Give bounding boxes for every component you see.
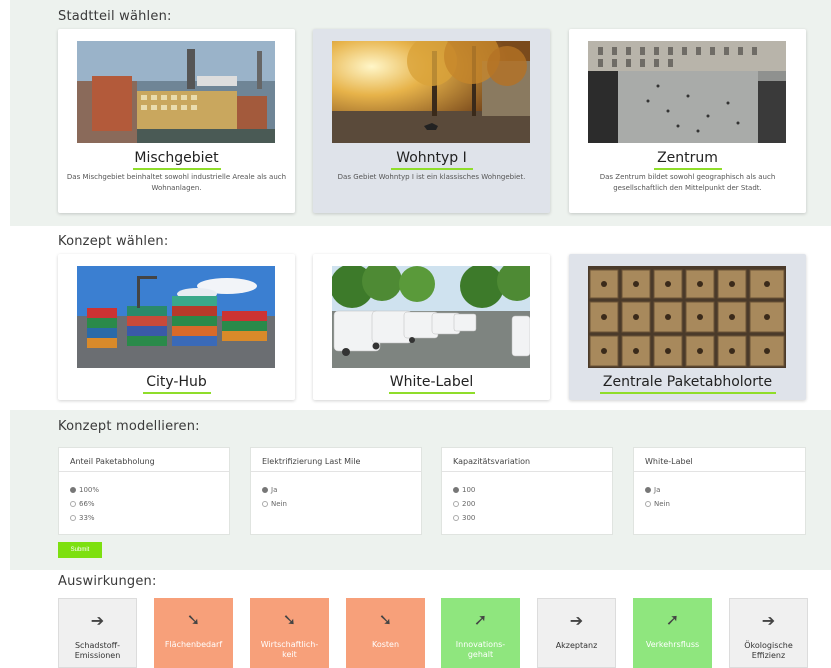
- impact-tile-label: Innovations-gehalt: [455, 640, 506, 659]
- stadtteil-card-desc: Das Mischgebiet beinhaltet sowohl indust…: [66, 173, 287, 192]
- radio-unchecked-icon[interactable]: [453, 515, 459, 521]
- stadtteil-card-desc: Das Zentrum bildet sowohl geographisch a…: [599, 173, 776, 192]
- title-underline: [388, 392, 475, 394]
- radio-checked-icon[interactable]: [453, 487, 459, 493]
- submit-button[interactable]: Submit: [58, 542, 102, 558]
- stadtteil-card-title: Wohntyp I: [396, 150, 467, 166]
- arrow-down-right-icon: ➘: [378, 610, 393, 629]
- modell-group-elektrifizierung: Elektrifizierung Last Mile Ja Nein: [250, 447, 422, 535]
- wohntyp-image: [332, 41, 530, 143]
- radio-unchecked-icon[interactable]: [645, 501, 651, 507]
- radio-option[interactable]: Ja: [262, 483, 421, 497]
- arrow-down-right-icon: ➘: [282, 610, 297, 629]
- radio-option[interactable]: 200: [453, 497, 612, 511]
- stadtteil-card-mischgebiet[interactable]: Mischgebiet Das Mischgebiet beinhaltet s…: [58, 29, 295, 213]
- stadtteil-card-zentrum[interactable]: Zentrum Das Zentrum bildet sowohl geogra…: [569, 29, 806, 213]
- modell-group-label: Kapazitätsvariation: [442, 448, 612, 472]
- modell-group-label: Anteil Paketabholung: [59, 448, 229, 472]
- radio-option[interactable]: 66%: [70, 497, 229, 511]
- radio-option[interactable]: 33%: [70, 511, 229, 525]
- impact-tile: ➔ Schadstoff- Emissionen: [58, 598, 137, 668]
- radio-option[interactable]: 300: [453, 511, 612, 525]
- stadtteil-title: Stadtteil wählen:: [58, 9, 172, 24]
- impact-tile: ➔ Akzeptanz: [537, 598, 616, 668]
- arrow-right-icon: ➔: [761, 611, 776, 630]
- konzept-card-title: City-Hub: [146, 374, 207, 390]
- radio-checked-icon[interactable]: [262, 487, 268, 493]
- impact-tile: ➔ Ökologische Effizienz: [729, 598, 808, 668]
- impact-tile: ➘ Wirtschaftlich-keit: [250, 598, 329, 668]
- modell-group-white-label: White-Label Ja Nein: [633, 447, 806, 535]
- arrow-right-icon: ➔: [90, 611, 105, 630]
- title-underline: [142, 392, 211, 394]
- impact-tile-label: Flächenbedarf: [164, 640, 223, 649]
- title-underline: [599, 392, 776, 394]
- radio-option[interactable]: Nein: [645, 497, 805, 511]
- title-underline: [132, 168, 221, 170]
- arrow-right-icon: ➔: [569, 611, 584, 630]
- radio-option[interactable]: 100: [453, 483, 612, 497]
- stadtteil-card-desc: Das Gebiet Wohntyp I ist ein klassisches…: [337, 173, 526, 181]
- impact-tile-label: Wirtschaftlich-keit: [260, 640, 319, 659]
- modell-group-label: Elektrifizierung Last Mile: [251, 448, 421, 472]
- impact-tile: ➚ Verkehrsfluss: [633, 598, 712, 668]
- impact-tile: ➚ Innovations-gehalt: [441, 598, 520, 668]
- title-underline: [390, 168, 473, 170]
- radio-checked-icon[interactable]: [645, 487, 651, 493]
- impact-tile-label: Kosten: [371, 640, 400, 649]
- impact-tile: ➘ Kosten: [346, 598, 425, 668]
- modell-group-anteil: Anteil Paketabholung 100% 66% 33%: [58, 447, 230, 535]
- zentrum-image: [588, 41, 786, 143]
- mischgebiet-image: [77, 41, 275, 143]
- radio-unchecked-icon[interactable]: [70, 515, 76, 521]
- radio-unchecked-icon[interactable]: [262, 501, 268, 507]
- modell-group-kapazitaet: Kapazitätsvariation 100 200 300: [441, 447, 613, 535]
- title-underline: [653, 168, 722, 170]
- auswirkungen-title: Auswirkungen:: [58, 574, 157, 589]
- radio-option[interactable]: 100%: [70, 483, 229, 497]
- impact-tile: ➘ Flächenbedarf: [154, 598, 233, 668]
- city-hub-image: [77, 266, 275, 368]
- konzept-card-title: White-Label: [389, 374, 474, 390]
- konzept-card-paketabholorte[interactable]: Zentrale Paketabholorte: [569, 254, 806, 400]
- radio-option[interactable]: Ja: [645, 483, 805, 497]
- stadtteil-card-wohntyp[interactable]: Wohntyp I Das Gebiet Wohntyp I ist ein k…: [313, 29, 550, 213]
- arrow-up-right-icon: ➚: [473, 610, 488, 629]
- impact-tile-label: Schadstoff- Emissionen: [74, 641, 121, 660]
- stadtteil-card-title: Zentrum: [657, 150, 718, 166]
- paketabholorte-image: [588, 266, 786, 368]
- arrow-down-right-icon: ➘: [186, 610, 201, 629]
- modell-group-label: White-Label: [634, 448, 805, 472]
- arrow-up-right-icon: ➚: [665, 610, 680, 629]
- modell-title: Konzept modellieren:: [58, 419, 200, 434]
- impact-tile-label: Akzeptanz: [555, 641, 598, 650]
- konzept-card-title: Zentrale Paketabholorte: [602, 374, 773, 390]
- radio-unchecked-icon[interactable]: [70, 501, 76, 507]
- konzept-card-city-hub[interactable]: City-Hub: [58, 254, 295, 400]
- radio-checked-icon[interactable]: [70, 487, 76, 493]
- konzept-card-white-label[interactable]: White-Label: [313, 254, 550, 400]
- konzept-title: Konzept wählen:: [58, 234, 169, 249]
- stadtteil-card-title: Mischgebiet: [134, 150, 219, 166]
- impact-tile-label: Ökologische Effizienz: [744, 641, 793, 660]
- radio-option[interactable]: Nein: [262, 497, 421, 511]
- radio-unchecked-icon[interactable]: [453, 501, 459, 507]
- white-label-image: [332, 266, 530, 368]
- impact-tile-label: Verkehrsfluss: [645, 640, 700, 649]
